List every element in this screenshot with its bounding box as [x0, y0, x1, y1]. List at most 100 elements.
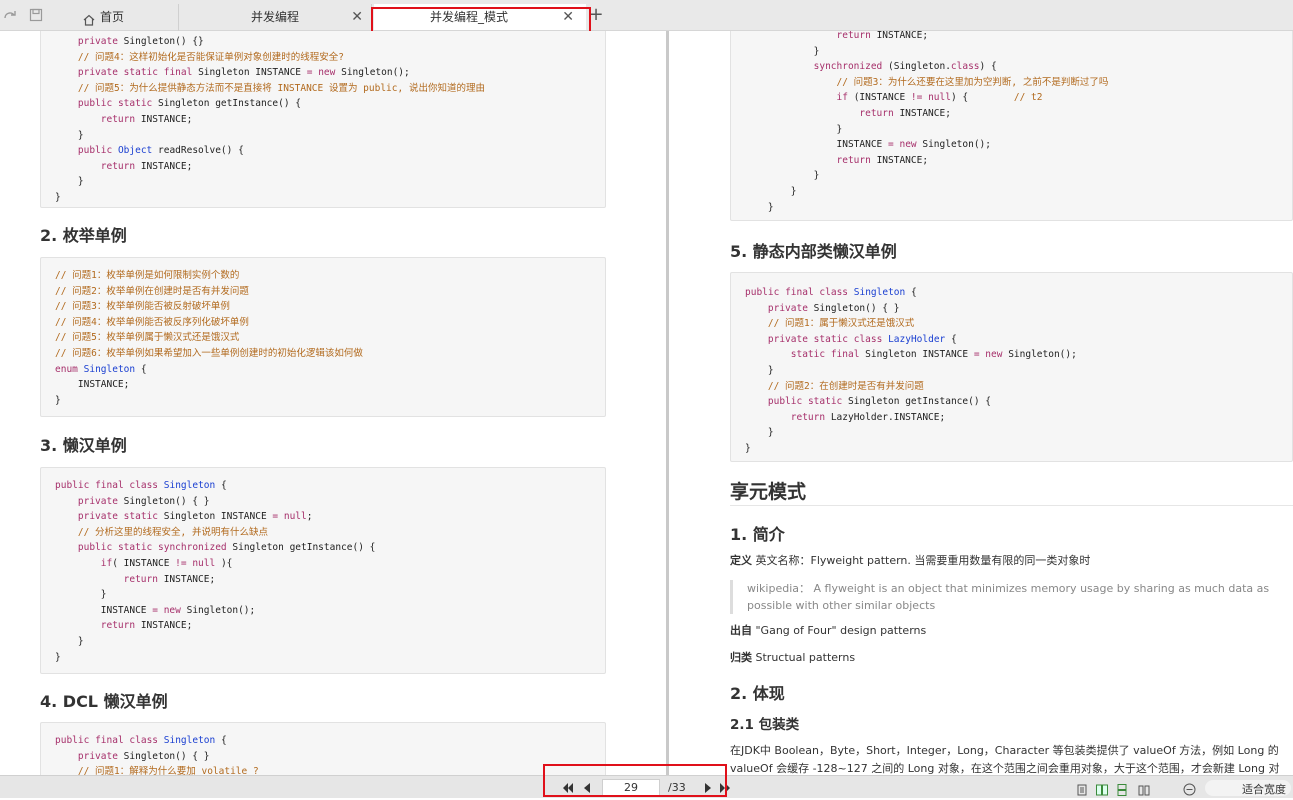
- source-text: "Gang of Four" design patterns: [752, 624, 927, 637]
- book-view-icon[interactable]: [1138, 781, 1150, 796]
- add-tab-icon[interactable]: +: [588, 5, 604, 25]
- code-line: // 问题1：属于懒汉式还是饿汉式: [767, 318, 915, 330]
- code-line: return INSTANCE;: [100, 620, 193, 632]
- page-number-input[interactable]: 29: [602, 779, 660, 796]
- save-icon[interactable]: [28, 7, 44, 23]
- previous-page-icon[interactable]: [581, 781, 593, 795]
- code-line: // 问题6：枚举单例如果希望加入一些单例创建时的初始化逻辑该如何做: [55, 348, 363, 359]
- continuous-view-icon[interactable]: [1116, 781, 1128, 796]
- tab-bar: 首页 并发编程 ✕ 并发编程_模式 ✕ +: [0, 0, 1293, 31]
- code-block-dcl-singleton: public final class Singleton { private S…: [40, 722, 606, 775]
- wikipedia-quote: wikipedia： A flyweight is an object that…: [730, 580, 1270, 614]
- last-page-icon[interactable]: [718, 781, 732, 795]
- code-line: synchronized (Singleton.class) {: [813, 61, 997, 73]
- code-line: // 问题3：为什么还要在这里加为空判断, 之前不是判断过了吗: [836, 76, 1109, 88]
- code-line: private static final Singleton INSTANCE …: [77, 67, 410, 79]
- code-line: return INSTANCE;: [100, 160, 193, 172]
- code-line: if( INSTANCE != null ){: [100, 558, 233, 569]
- code-line: return INSTANCE;: [123, 573, 216, 585]
- heading-intro: 1. 简介: [730, 525, 785, 544]
- code-line: }: [745, 201, 774, 213]
- code-line: public static Singleton getInstance() {: [77, 98, 301, 110]
- code-line: private static class LazyHolder {: [767, 333, 957, 345]
- heading-enum-singleton: 2. 枚举单例: [40, 226, 127, 245]
- category-label: 归类: [730, 651, 752, 664]
- right-document-pane[interactable]: return INSTANCE; } synchronized (Singlet…: [669, 31, 1293, 775]
- tab-home[interactable]: 首页: [58, 4, 178, 31]
- code-line: return INSTANCE;: [836, 154, 929, 166]
- left-document-pane[interactable]: private Singleton() {} // 问题4：这样初始化是否能保证…: [0, 31, 666, 775]
- code-line: // 分析这里的线程安全, 并说明有什么缺点: [77, 526, 268, 538]
- fit-width-label[interactable]: 适合宽度: [1242, 781, 1286, 797]
- code-line: }: [745, 45, 820, 57]
- code-line: }: [55, 192, 61, 203]
- close-tab-icon[interactable]: ✕: [351, 4, 363, 31]
- tab-concurrency-patterns[interactable]: 并发编程_模式 ✕: [374, 4, 586, 30]
- code-line: // 问题5：枚举单例属于懒汉式还是饿汉式: [55, 332, 240, 344]
- code-line: }: [745, 123, 843, 135]
- code-line: private Singleton() { }: [77, 750, 210, 762]
- code-line: private Singleton() {}: [77, 36, 204, 47]
- code-line: INSTANCE;: [55, 379, 130, 391]
- tab-concurrency-label: 并发编程: [250, 10, 299, 24]
- definition-text: 英文名称：Flyweight pattern. 当需要重用数量有限的同一类对象时: [752, 554, 1091, 567]
- heading-embodiment: 2. 体现: [730, 684, 785, 703]
- first-page-icon[interactable]: [561, 781, 575, 795]
- code-line: // 问题5：为什么提供静态方法而不是直接将 INSTANCE 设置为 publ…: [77, 82, 485, 94]
- redo-icon[interactable]: [2, 7, 18, 23]
- code-block-static-inner-class: public final class Singleton { private S…: [730, 272, 1293, 462]
- code-line: public static Singleton getInstance() {: [767, 396, 991, 408]
- code-block-enum-singleton: // 问题1：枚举单例是如何限制实例个数的 // 问题2：枚举单例在创建时是否有并…: [40, 257, 606, 417]
- code-line: private Singleton() { }: [767, 302, 900, 314]
- code-line: // 问题1：枚举单例是如何限制实例个数的: [55, 270, 240, 281]
- code-line: return LazyHolder.INSTANCE;: [790, 411, 946, 423]
- source-paragraph: 出自 "Gang of Four" design patterns: [730, 623, 926, 639]
- definition-paragraph: 定义 英文名称：Flyweight pattern. 当需要重用数量有限的同一类…: [730, 553, 1090, 569]
- category-text: Structual patterns: [752, 651, 856, 664]
- code-line: private static Singleton INSTANCE = null…: [77, 511, 313, 523]
- wrapper-paragraph-line-1: 在JDK中 Boolean，Byte，Short，Integer，Long，Ch…: [730, 744, 1279, 757]
- wrapper-paragraph-line-2: valueOf 会缓存 -128~127 之间的 Long 对象，在这个范围之间…: [730, 762, 1280, 775]
- code-block-hungry-singleton: private Singleton() {} // 问题4：这样初始化是否能保证…: [40, 31, 606, 208]
- single-page-view-icon[interactable]: [1076, 781, 1088, 796]
- code-line: }: [745, 365, 774, 376]
- code-line: // 问题2：枚举单例在创建时是否有并发问题: [55, 285, 249, 297]
- heading-static-inner-class: 5. 静态内部类懒汉单例: [730, 242, 897, 261]
- code-line: return INSTANCE;: [859, 108, 951, 119]
- code-line: public final class Singleton {: [745, 287, 917, 298]
- quote-line-1: wikipedia： A flyweight is an object that…: [747, 582, 1270, 595]
- code-line: // 问题4：枚举单例能否被反序列化破坏单例: [55, 316, 249, 328]
- code-line: public static synchronized Singleton get…: [77, 542, 376, 554]
- code-line: }: [55, 394, 61, 406]
- code-line: return INSTANCE;: [836, 31, 929, 41]
- page-total: /33: [668, 781, 686, 794]
- next-page-icon[interactable]: [702, 781, 714, 795]
- code-line: private Singleton() { }: [77, 495, 210, 507]
- code-block-lazy-singleton: public final class Singleton { private S…: [40, 467, 606, 674]
- code-line: }: [745, 443, 751, 454]
- code-line: // 问题3：枚举单例能否被反射破坏单例: [55, 301, 230, 313]
- code-line: if (INSTANCE != null) { // t2: [836, 92, 1043, 104]
- category-paragraph: 归类 Structual patterns: [730, 650, 855, 666]
- code-line: }: [55, 129, 84, 141]
- code-line: // 问题4：这样初始化是否能保证单例对象创建时的线程安全?: [77, 51, 344, 63]
- heading-wrapper-classes: 2.1 包装类: [730, 717, 800, 733]
- definition-label: 定义: [730, 554, 752, 567]
- code-line: static final Singleton INSTANCE = new Si…: [790, 349, 1077, 361]
- code-line: }: [55, 589, 107, 601]
- quote-line-2: possible with other similar objects: [747, 599, 936, 612]
- two-page-view-icon[interactable]: [1096, 781, 1108, 796]
- tab-concurrency[interactable]: 并发编程 ✕: [178, 4, 372, 31]
- heading-flyweight-pattern: 享元模式: [730, 481, 807, 503]
- status-bar: 29 /33 适合宽度: [0, 775, 1293, 798]
- code-line: public Object readResolve() {: [77, 145, 244, 157]
- zoom-out-icon[interactable]: [1183, 781, 1196, 796]
- code-line: INSTANCE = new Singleton();: [55, 604, 256, 616]
- code-line: return INSTANCE;: [100, 114, 193, 125]
- code-line: }: [55, 176, 84, 188]
- code-line: public final class Singleton {: [55, 735, 227, 746]
- heading-dcl-singleton: 4. DCL 懒汉单例: [40, 692, 168, 711]
- code-line: public final class Singleton {: [55, 480, 227, 491]
- heading-underline: [730, 505, 1293, 506]
- close-tab-icon[interactable]: ✕: [562, 4, 574, 31]
